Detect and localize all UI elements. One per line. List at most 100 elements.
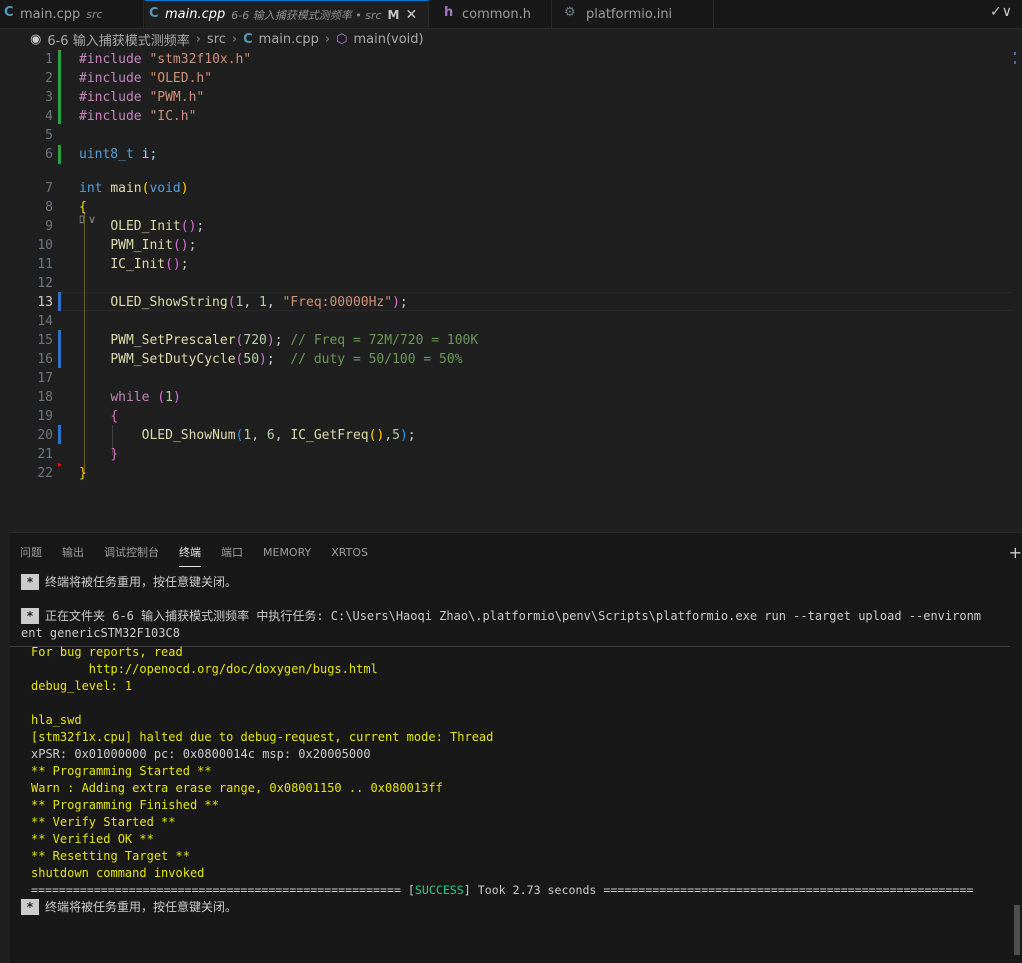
code-editor[interactable]: ▸ 1 2 3 4 5 6 7 8 9 10 11 12 13 14 15 16…: [0, 48, 1022, 532]
line-number: 6: [45, 147, 53, 162]
tab-label: platformio.ini: [586, 6, 673, 22]
code-line: IC_Init();: [79, 255, 188, 274]
line-number: 12: [37, 276, 53, 291]
token: ): [180, 181, 189, 196]
tab-main-cpp-active[interactable]: C main.cpp 6-6 输入捕获模式测频率 • src M ✕: [145, 0, 429, 28]
token: (): [180, 219, 197, 234]
token: "Freq:00000Hz": [282, 295, 393, 310]
token: ;: [188, 238, 197, 253]
tab-terminal[interactable]: 终端: [179, 538, 201, 567]
code-line: #include "IC.h": [79, 107, 196, 126]
tab-memory[interactable]: MEMORY: [263, 540, 311, 565]
git-modified-bar: [58, 292, 61, 311]
token: IC_Init: [110, 257, 166, 272]
check-icon[interactable]: ✓∨: [990, 4, 1012, 20]
tab-ports[interactable]: 端口: [221, 538, 243, 566]
terminal-text: 终端将被任务重用，按任意键关闭。: [45, 575, 238, 589]
line-number: 21: [37, 447, 53, 462]
token: ): [172, 390, 181, 405]
code-line: #include "stm32f10x.h": [79, 50, 251, 69]
token: "PWM.h": [149, 90, 205, 105]
close-icon[interactable]: ✕: [405, 7, 417, 23]
plus-icon[interactable]: +: [1009, 543, 1022, 562]
terminal-line: xPSR: 0x01000000 pc: 0x0800014c msp: 0x2…: [31, 747, 371, 761]
token: PWM_Init: [110, 238, 173, 253]
code-line: PWM_SetPrescaler(720); // Freq = 72M/720…: [79, 331, 478, 350]
breadcrumb-src[interactable]: src: [207, 32, 226, 47]
token: OLED_ShowString: [110, 295, 228, 310]
minimap-indicator: [1014, 52, 1016, 92]
line-number: 1: [45, 52, 53, 67]
terminal-line: Warn : Adding extra erase range, 0x08001…: [31, 781, 443, 795]
terminal-line: debug_level: 1: [31, 679, 133, 693]
breadcrumb-file[interactable]: main.cpp: [259, 32, 319, 47]
token: "stm32f10x.h": [149, 52, 252, 67]
token: 720: [243, 333, 267, 348]
tab-debug-console[interactable]: 调试控制台: [104, 538, 159, 566]
token: #include: [79, 90, 142, 105]
tab-platformio-ini[interactable]: ⚙ platformio.ini: [552, 0, 714, 28]
h-icon: h: [444, 5, 454, 20]
panel-tabs: 问题 输出 调试控制台 终端 端口 MEMORY XRTOS: [10, 533, 378, 571]
tab-label: main.cpp: [165, 7, 226, 22]
token: 6: [266, 428, 275, 443]
terminal-text: ] Took 2.73 seconds ====================…: [463, 883, 974, 897]
code-line: #include "OLED.h": [79, 69, 212, 88]
folder-icon: ◉: [30, 31, 42, 47]
tab-output[interactable]: 输出: [62, 538, 84, 566]
token: i;: [141, 147, 158, 162]
line-number: 14: [37, 314, 53, 329]
line-number: 20: [37, 428, 53, 443]
tab-problems[interactable]: 问题: [20, 538, 42, 566]
terminal-line: * 终端将被任务重用，按任意键关闭。: [21, 899, 237, 916]
tab-main-cpp-src[interactable]: C main.cpp src: [0, 0, 144, 28]
tab-label: common.h: [462, 6, 531, 22]
terminal-line: * 正在文件夹 6-6 输入捕获模式测频率 中执行任务: C:\Users\Hao…: [21, 608, 981, 625]
terminal-line: * 终端将被任务重用，按任意键关闭。: [21, 574, 237, 591]
line-number: 16: [37, 352, 53, 367]
terminal-line-success: ========================================…: [31, 882, 973, 899]
token: #include: [79, 52, 142, 67]
terminal-line: ** Verify Started **: [31, 815, 176, 829]
token: #include: [79, 71, 142, 86]
code-line: while (1): [79, 388, 181, 407]
token: #include: [79, 109, 142, 124]
line-number: 3: [45, 90, 53, 105]
code-line: {: [79, 407, 118, 426]
token: ): [259, 352, 267, 367]
token: ;: [274, 333, 291, 348]
git-deleted-marker: ▸: [58, 460, 63, 469]
token: {: [79, 200, 87, 215]
modified-badge: M: [387, 7, 400, 22]
breadcrumb-symbol[interactable]: main(void): [353, 32, 423, 47]
breadcrumb-folder[interactable]: 6-6 输入捕获模式测频率: [47, 30, 189, 49]
token: ): [399, 428, 408, 443]
code-line: OLED_ShowString(1, 1, "Freq:00000Hz");: [79, 293, 407, 312]
terminal-scrollbar[interactable]: [1014, 905, 1020, 955]
terminal-line: ** Resetting Target **: [31, 849, 190, 863]
line-number: 2: [45, 71, 53, 86]
terminal-text: 正在文件夹 6-6 输入捕获模式测频率 中执行任务: C:\Users\Haoq…: [45, 609, 982, 623]
terminal-line: [stm32f1x.cpu] halted due to debug-reque…: [31, 730, 494, 744]
token: int: [79, 181, 103, 196]
tab-xrtos[interactable]: XRTOS: [331, 540, 368, 565]
terminal-line: shutdown command invoked: [31, 866, 205, 880]
token: void: [149, 181, 181, 196]
line-number: 4: [45, 109, 53, 124]
token: 1: [259, 295, 267, 310]
breadcrumb: ◉ 6-6 输入捕获模式测频率 › src › C main.cpp › ⬡ m…: [30, 29, 424, 49]
token: ,: [384, 428, 393, 443]
line-number: 22: [37, 466, 53, 481]
code-line: OLED_ShowNum(1, 6, IC_GetFreq(),5);: [79, 426, 416, 445]
token: {: [110, 409, 119, 424]
line-number: 17: [37, 371, 53, 386]
cpp-icon: C: [149, 6, 159, 21]
gear-icon: ⚙: [564, 5, 576, 20]
token: ,: [274, 428, 291, 443]
tab-common-h[interactable]: h common.h: [430, 0, 552, 28]
token: (): [172, 238, 189, 253]
token: ;: [266, 352, 291, 367]
token: uint8_t: [79, 147, 134, 162]
line-number: 7: [45, 181, 53, 196]
code-line: uint8_t i;: [79, 145, 157, 164]
